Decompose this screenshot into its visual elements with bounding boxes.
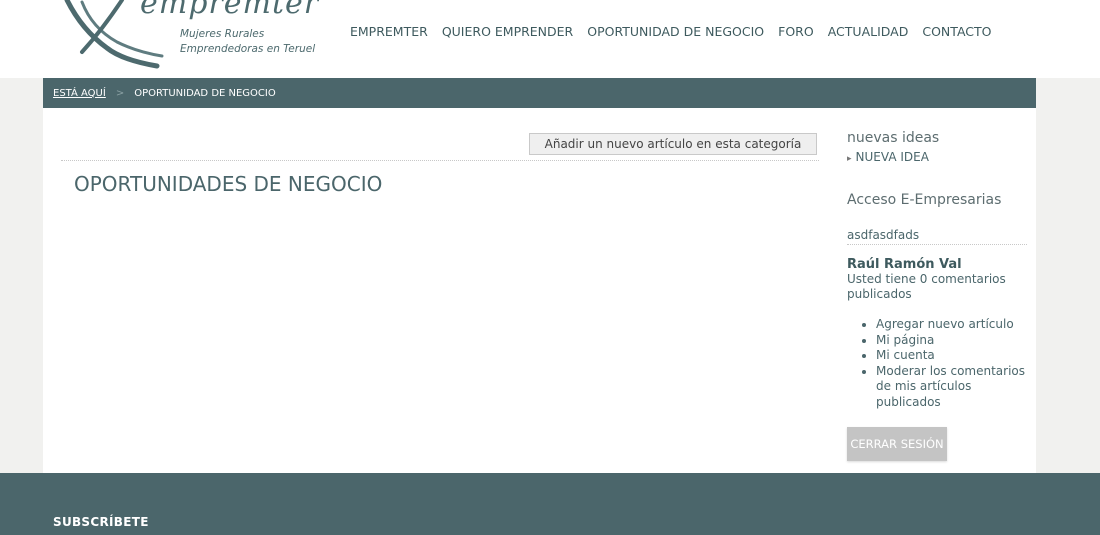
sidebar: nuevas ideas ▸ NUEVA IDEA Acceso E-Empres… [847,130,1027,461]
comment-count-note: Usted tiene 0 comentarios publicados [847,272,1006,301]
nav-item-quiero-emprender[interactable]: QUIERO EMPRENDER [442,24,573,39]
breadcrumb-label: ESTÁ AQUÍ [53,87,106,99]
site-logo[interactable]: empremter Mujeres Rurales Emprendedoras … [62,0,322,70]
logout-button[interactable]: CERRAR SESIÓN [847,427,947,461]
add-article-button[interactable]: Añadir un nuevo artículo en esta categor… [529,133,817,155]
subscribe-heading: SUBSCRÍBETE [53,515,149,529]
site-header: empremter Mujeres Rurales Emprendedoras … [0,0,1100,78]
page-title: OPORTUNIDADES DE NEGOCIO [74,172,383,196]
breadcrumb-separator-icon: > [115,87,125,99]
chevron-right-icon: ▸ [847,154,852,164]
nav-item-oportunidad-de-negocio[interactable]: OPORTUNIDAD DE NEGOCIO [587,24,764,39]
main-nav: EMPREMTER QUIERO EMPRENDER OPORTUNIDAD D… [343,24,998,39]
site-footer: SUBSCRÍBETE [0,473,1100,535]
content-divider [61,160,819,161]
logo-tagline-line1: Mujeres Rurales [180,28,265,40]
nav-item-foro[interactable]: FORO [778,24,814,39]
ideas-heading: nuevas ideas [847,130,940,146]
nav-item-empremter[interactable]: EMPREMTER [350,24,428,39]
link-my-account[interactable]: Mi cuenta [876,348,1027,364]
username: asdfasdfads [847,228,1027,245]
breadcrumb-current: OPORTUNIDAD DE NEGOCIO [134,87,276,99]
link-my-page[interactable]: Mi página [876,333,1027,349]
breadcrumb: ESTÁ AQUÍ > OPORTUNIDAD DE NEGOCIO [43,78,1036,108]
nav-item-contacto[interactable]: CONTACTO [922,24,991,39]
link-add-article[interactable]: Agregar nuevo artículo [876,317,1027,333]
logo-wordmark: empremter [140,0,320,21]
link-moderate-comments[interactable]: Moderar los comentarios de mis artículos… [876,364,1027,411]
user-links: Agregar nuevo artículo Mi página Mi cuen… [847,317,1027,410]
user-full-name: Raúl Ramón Val [847,257,962,272]
new-idea-link[interactable]: ▸ NUEVA IDEA [847,150,1027,164]
nav-item-actualidad[interactable]: ACTUALIDAD [828,24,909,39]
access-heading: Acceso E-Empresarias [847,192,1002,208]
logo-tagline: Mujeres Rurales Emprendedoras en Teruel [180,27,340,57]
logo-tagline-line2: Emprendedoras en Teruel [180,43,316,55]
main-content: Añadir un nuevo artículo en esta categor… [43,108,1036,473]
new-idea-label: NUEVA IDEA [855,150,929,164]
